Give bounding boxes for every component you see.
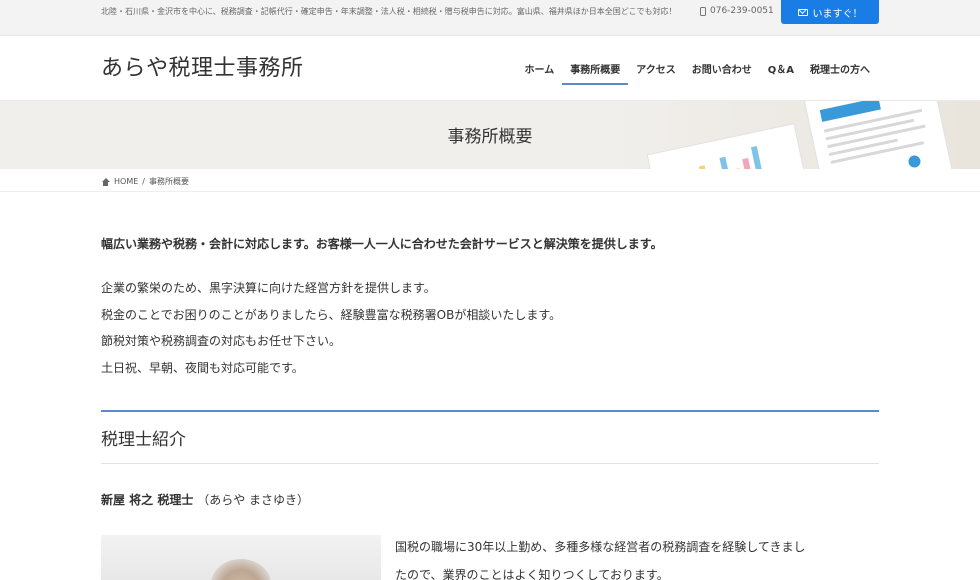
section-divider (101, 410, 879, 412)
accountant-photo-figure (211, 559, 271, 580)
page-banner: 事務所概要 (0, 101, 980, 169)
home-icon (101, 177, 110, 186)
intro-line: 企業の繁栄のため、黒字決算に向けた経営方針を提供します。 (101, 281, 436, 295)
breadcrumb-home[interactable]: HOME (114, 177, 138, 186)
bio-line: たので、業界のことはよく知りつくしております。 (395, 568, 669, 580)
accountant-bio: 国税の職場に30年以上勤め、多種多様な経営者の税務調査を経験してきまし たので、… (395, 533, 880, 580)
nav-item-office-overview[interactable]: 事務所概要 (562, 36, 629, 100)
contact-now-label: いますぐ！ (812, 8, 863, 20)
page-title: 事務所概要 (447, 127, 533, 147)
nav-item-home[interactable]: ホーム (517, 36, 563, 100)
accountant-photo (101, 535, 381, 580)
breadcrumb-current: 事務所概要 (148, 177, 189, 186)
intro-line: 税金のことでお困りのことがありましたら、経験豊富な税務署OBが相談いたします。 (101, 307, 562, 322)
breadcrumb: HOME / 事務所概要 (101, 176, 189, 187)
accountant-name-kana: （あらや まさゆき） (197, 493, 310, 507)
contact-now-button[interactable]: いますぐ！ (781, 0, 879, 24)
accountant-name-text: 新屋 将之 税理士 (101, 493, 194, 507)
lead-text: 幅広い業務や税務・会計に対応します。お客様一人一人に合わせた会計サービスと解決策… (101, 237, 663, 251)
intro-line: 節税対策や税務調査の対応もお任せ下さい。 (101, 334, 342, 348)
nav-item-qa[interactable]: Q＆A (760, 36, 802, 100)
section-title: 税理士紹介 (101, 430, 186, 450)
top-info-bar: 北陸・石川県・金沢市を中心に、税務調査・記帳代行・確定申告・年末調整・法人税・相… (0, 0, 980, 36)
accountant-name: 新屋 将之 税理士 （あらや まさゆき） (101, 491, 309, 508)
phone-number-text: 076-239-0051 (710, 6, 774, 16)
main-nav: ホーム 事務所概要 アクセス お問い合わせ Q＆A 税理士の方へ (517, 36, 878, 100)
nav-item-contact[interactable]: お問い合わせ (684, 36, 760, 100)
bio-line: 国税の職場に30年以上勤め、多種多様な経営者の税務調査を経験してきまし (395, 540, 806, 554)
breadcrumb-divider (0, 191, 980, 192)
site-title[interactable]: あらや税理士事務所 (101, 50, 304, 82)
phone-number[interactable]: 076-239-0051 (700, 6, 774, 16)
site-header: あらや税理士事務所 ホーム 事務所概要 アクセス お問い合わせ Q＆A 税理士の… (0, 36, 980, 101)
service-area-text: 北陸・石川県・金沢市を中心に、税務調査・記帳代行・確定申告・年末調整・法人税・相… (101, 7, 677, 16)
breadcrumb-separator: / (142, 177, 145, 186)
section-underline (101, 463, 879, 464)
mail-icon (797, 8, 808, 16)
intro-paragraph: 企業の繁栄のため、黒字決算に向けた経営方針を提供します。 税金のことでお困りのこ… (101, 275, 561, 381)
phone-icon (700, 6, 706, 16)
nav-item-for-accountants[interactable]: 税理士の方へ (802, 36, 878, 100)
intro-line: 土日祝、早朝、夜間も対応可能です。 (101, 360, 304, 375)
nav-item-access[interactable]: アクセス (628, 36, 684, 100)
